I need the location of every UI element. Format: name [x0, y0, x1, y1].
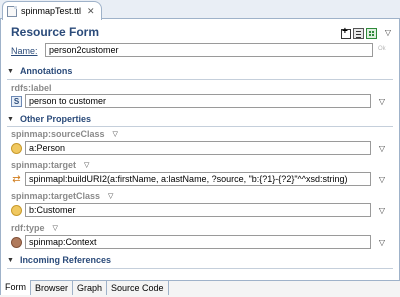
class-icon [11, 142, 22, 154]
rdfs-label-field[interactable]: person to customer [25, 94, 371, 108]
value-row-target-class: b:Customer ▽ [11, 203, 387, 217]
close-icon[interactable]: ✕ [87, 6, 95, 16]
class-icon [11, 204, 22, 216]
property-name: spinmap:sourceClass [11, 129, 105, 139]
section-other-properties[interactable]: ▼ Other Properties [7, 114, 91, 124]
editor-tab-bar: spinmapTest.ttl ✕ [0, 0, 400, 20]
source-class-field[interactable]: a:Person [25, 141, 371, 155]
property-label-target: spinmap:target ▽ [11, 160, 89, 170]
form-title: Resource Form [11, 25, 100, 39]
collapse-triangle-icon[interactable]: ▼ [7, 68, 14, 75]
instance-icon [11, 236, 22, 248]
property-name: rdfs:label [11, 83, 52, 93]
property-label-rdfs-label: rdfs:label [11, 83, 52, 93]
tab-form[interactable]: Form [0, 280, 31, 295]
resource-form-panel: Resource Form ▽ Name: Ok ▼ Annotations r… [0, 19, 400, 297]
editor-page-tabs: Form Browser Graph Source Code [0, 280, 400, 297]
value-row-rdfs-label: S person to customer ▽ [11, 94, 387, 108]
editor-tab-title: spinmapTest.ttl [21, 6, 82, 16]
property-menu-icon[interactable]: ▽ [113, 130, 118, 138]
name-field[interactable] [45, 43, 373, 57]
ok-button[interactable]: Ok [378, 46, 386, 52]
property-menu-icon[interactable]: ▽ [53, 224, 58, 232]
section-title: Incoming References [19, 255, 111, 265]
collapse-triangle-icon[interactable]: ▼ [7, 116, 14, 123]
tab-browser[interactable]: Browser [31, 281, 74, 295]
property-label-source-class: spinmap:sourceClass ▽ [11, 129, 118, 139]
value-menu-icon[interactable]: ▽ [377, 97, 387, 106]
collapse-triangle-icon[interactable]: ▼ [7, 257, 14, 264]
value-menu-icon[interactable]: ▽ [377, 238, 387, 247]
file-icon [7, 5, 17, 17]
rdf-type-field[interactable]: spinmap:Context [25, 235, 371, 249]
section-title: Other Properties [19, 114, 91, 124]
grid-view-icon[interactable] [366, 28, 377, 39]
tab-source-code[interactable]: Source Code [107, 281, 169, 295]
property-menu-icon[interactable]: ▽ [108, 192, 113, 200]
value-menu-icon[interactable]: ▽ [377, 206, 387, 215]
section-incoming-references[interactable]: ▼ Incoming References [7, 255, 111, 265]
list-view-icon[interactable] [353, 28, 364, 39]
property-name: spinmap:target [11, 160, 77, 170]
property-name: spinmap:targetClass [11, 191, 101, 201]
target-field[interactable]: spinmapl:buildURI2(a:firstName, a:lastNa… [25, 172, 371, 186]
form-toolbar [340, 26, 377, 39]
section-annotations[interactable]: ▼ Annotations [7, 66, 72, 76]
editor-tab[interactable]: spinmapTest.ttl ✕ [2, 1, 102, 20]
property-menu-icon[interactable]: ▽ [84, 161, 89, 169]
literal-s-icon: S [11, 95, 22, 107]
section-divider [7, 268, 393, 269]
section-title: Annotations [19, 66, 73, 76]
value-row-target: ⇄ spinmapl:buildURI2(a:firstName, a:last… [11, 172, 387, 186]
section-divider [7, 79, 393, 80]
value-menu-icon[interactable]: ▽ [377, 144, 387, 153]
value-row-source-class: a:Person ▽ [11, 141, 387, 155]
property-name: rdf:type [11, 223, 45, 233]
target-class-field[interactable]: b:Customer [25, 203, 371, 217]
property-label-target-class: spinmap:targetClass ▽ [11, 191, 113, 201]
function-call-icon: ⇄ [12, 173, 21, 185]
add-widget-icon[interactable] [340, 26, 351, 39]
section-divider [7, 126, 393, 127]
tab-graph[interactable]: Graph [73, 281, 108, 295]
name-link[interactable]: Name: [11, 46, 38, 56]
value-menu-icon[interactable]: ▽ [377, 175, 387, 184]
property-label-rdf-type: rdf:type ▽ [11, 223, 58, 233]
form-menu-icon[interactable]: ▽ [385, 28, 391, 37]
value-row-rdf-type: spinmap:Context ▽ [11, 235, 387, 249]
